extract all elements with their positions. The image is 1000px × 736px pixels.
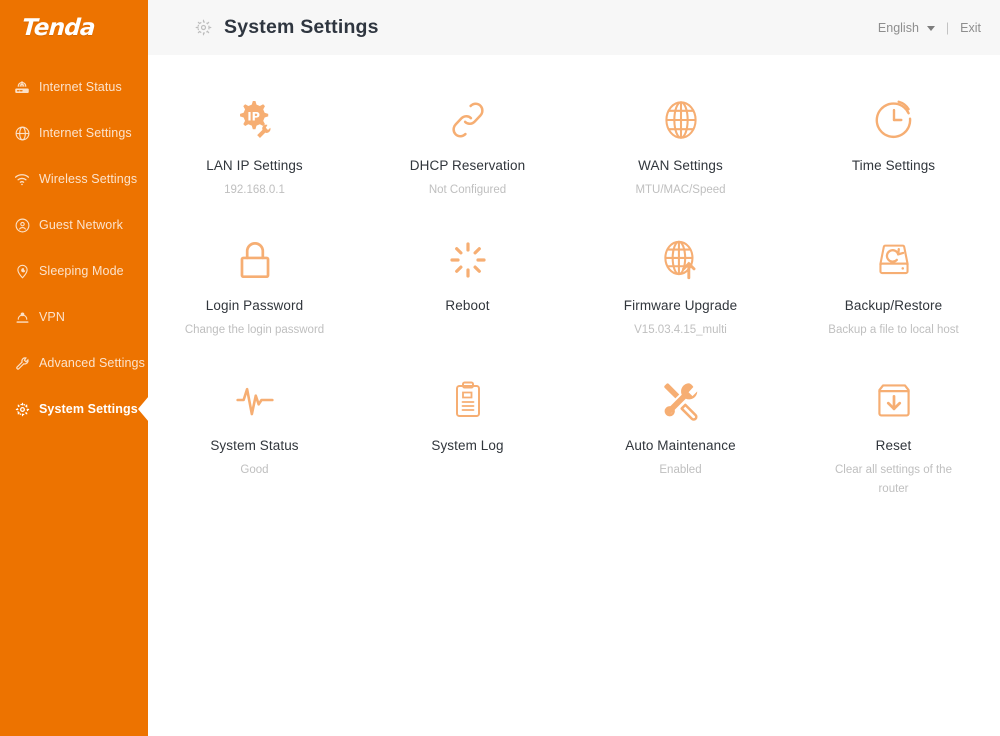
header-tools: English | Exit (878, 0, 981, 55)
vpn-shield-icon (12, 307, 32, 327)
router-icon (12, 77, 32, 97)
tile-system-log[interactable]: System Log (361, 369, 574, 509)
sidebar-item-system-settings[interactable]: System Settings (0, 386, 148, 432)
sidebar-item-wireless-settings[interactable]: Wireless Settings (0, 156, 148, 202)
tile-title: WAN Settings (638, 158, 723, 173)
gear-icon (194, 18, 213, 37)
wrench-icon (12, 353, 32, 373)
spinner-icon (444, 231, 492, 289)
tile-subtitle: Not Configured (429, 181, 506, 200)
page-header: System Settings English | Exit (148, 0, 1000, 55)
tile-title: Login Password (206, 298, 303, 313)
globe-network-icon (12, 123, 32, 143)
tile-login-password[interactable]: Login Password Change the login password (148, 229, 361, 369)
padlock-icon (230, 231, 280, 289)
tile-firmware-upgrade[interactable]: Firmware Upgrade V15.03.4.15_multi (574, 229, 787, 369)
pulse-icon (229, 371, 281, 429)
active-indicator-notch (138, 396, 148, 422)
guest-globe-icon (12, 215, 32, 235)
main-content: System Settings English | Exit IP (148, 0, 1000, 736)
tile-title: Firmware Upgrade (624, 298, 737, 313)
moon-pin-icon (12, 261, 32, 281)
tile-subtitle: Change the login password (185, 321, 324, 340)
wifi-icon (12, 169, 32, 189)
sidebar-item-label: Advanced Settings (39, 356, 145, 370)
tile-reset[interactable]: Reset Clear all settings of the router (787, 369, 1000, 509)
language-selector[interactable]: English (878, 21, 919, 35)
sidebar-item-vpn[interactable]: VPN (0, 294, 148, 340)
svg-text:IP: IP (247, 109, 260, 123)
gear-icon (12, 399, 32, 419)
tile-title: LAN IP Settings (206, 158, 303, 173)
reset-download-icon (869, 371, 919, 429)
tile-subtitle: 192.168.0.1 (224, 181, 285, 200)
brand-logo[interactable]: Tenda (0, 0, 148, 56)
sidebar-item-internet-settings[interactable]: Internet Settings (0, 110, 148, 156)
app-root: Tenda Internet Status (0, 0, 1000, 736)
tile-title: Reset (876, 438, 912, 453)
sidebar-item-sleeping-mode[interactable]: Sleeping Mode (0, 248, 148, 294)
chevron-down-icon[interactable] (927, 26, 935, 31)
tile-subtitle: MTU/MAC/Speed (635, 181, 725, 200)
tile-title: Reboot (445, 298, 489, 313)
tile-title: System Log (431, 438, 503, 453)
sidebar: Tenda Internet Status (0, 0, 148, 736)
sidebar-nav: Internet Status Internet Settings (0, 64, 148, 432)
sidebar-item-advanced-settings[interactable]: Advanced Settings (0, 340, 148, 386)
page-title-group: System Settings (194, 3, 379, 52)
tile-auto-maintenance[interactable]: Auto Maintenance Enabled (574, 369, 787, 509)
chain-link-icon (443, 91, 493, 149)
brand-name: Tenda (21, 15, 96, 41)
tile-subtitle: Good (240, 461, 268, 480)
tile-subtitle: Clear all settings of the router (819, 461, 969, 499)
tile-lan-ip-settings[interactable]: IP LAN IP Settings 192.168.0.1 (148, 89, 361, 229)
tile-reboot[interactable]: Reboot (361, 229, 574, 369)
clock-icon (869, 91, 919, 149)
clipboard-icon (444, 371, 492, 429)
sidebar-item-label: Internet Status (39, 80, 122, 94)
tile-subtitle: Backup a file to local host (828, 321, 958, 340)
sidebar-item-label: VPN (39, 310, 65, 324)
disk-restore-icon (869, 231, 919, 289)
tile-title: Backup/Restore (845, 298, 942, 313)
tile-title: Time Settings (852, 158, 935, 173)
page-title: System Settings (224, 16, 379, 39)
tile-title: DHCP Reservation (410, 158, 525, 173)
sidebar-item-label: System Settings (39, 402, 138, 416)
tools-icon (655, 371, 707, 429)
sidebar-item-label: Internet Settings (39, 126, 132, 140)
tile-title: Auto Maintenance (625, 438, 735, 453)
tile-dhcp-reservation[interactable]: DHCP Reservation Not Configured (361, 89, 574, 229)
sidebar-item-label: Sleeping Mode (39, 264, 124, 278)
sidebar-item-guest-network[interactable]: Guest Network (0, 202, 148, 248)
ip-gear-wrench-icon: IP (229, 91, 281, 149)
settings-tile-grid: IP LAN IP Settings 192.168.0.1 DHCP Rese… (148, 55, 1000, 509)
header-separator: | (946, 21, 949, 35)
tile-time-settings[interactable]: Time Settings (787, 89, 1000, 229)
tile-subtitle: Enabled (659, 461, 701, 480)
tile-system-status[interactable]: System Status Good (148, 369, 361, 509)
tile-subtitle: V15.03.4.15_multi (634, 321, 727, 340)
exit-link[interactable]: Exit (960, 21, 981, 35)
sidebar-item-internet-status[interactable]: Internet Status (0, 64, 148, 110)
sidebar-item-label: Wireless Settings (39, 172, 137, 186)
tile-backup-restore[interactable]: Backup/Restore Backup a file to local ho… (787, 229, 1000, 369)
tile-wan-settings[interactable]: WAN Settings MTU/MAC/Speed (574, 89, 787, 229)
sidebar-item-label: Guest Network (39, 218, 123, 232)
globe-icon (656, 91, 706, 149)
tile-title: System Status (210, 438, 298, 453)
globe-upload-icon (656, 231, 706, 289)
